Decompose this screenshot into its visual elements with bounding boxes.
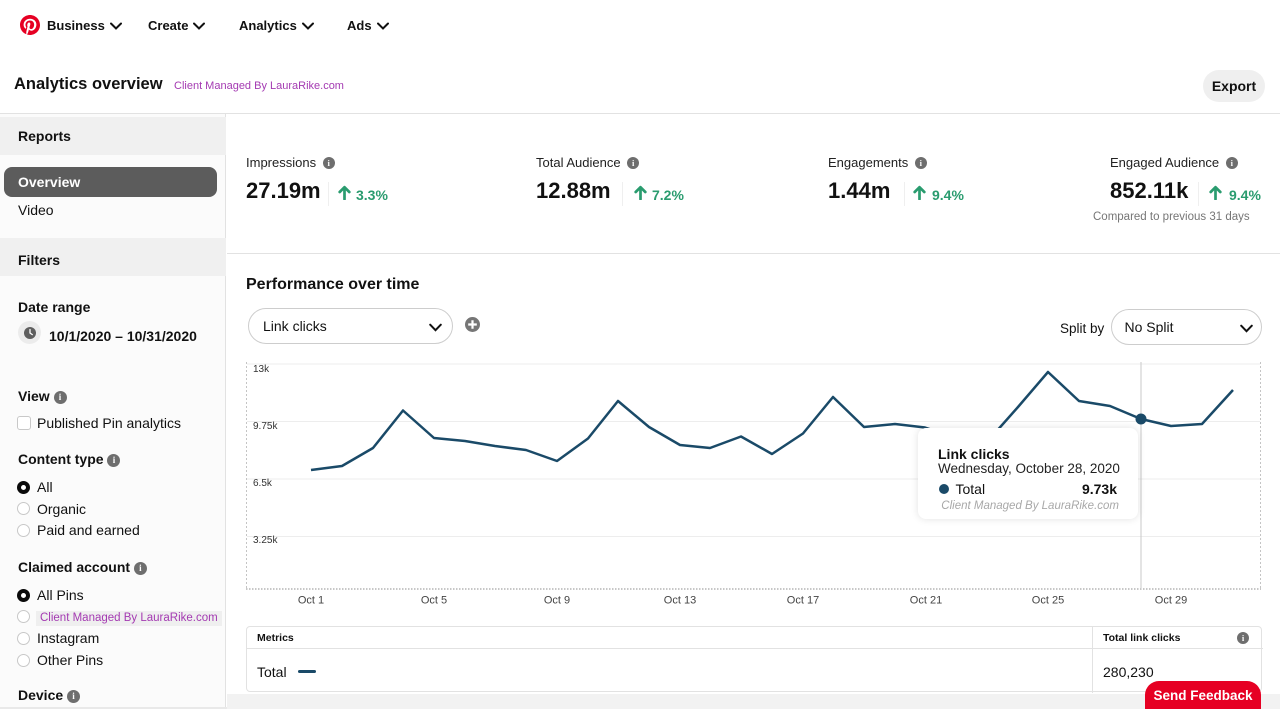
svg-text:Oct 21: Oct 21 — [910, 595, 942, 607]
svg-text:Oct 5: Oct 5 — [421, 595, 447, 607]
svg-text:13k: 13k — [253, 364, 270, 375]
svg-text:9.75k: 9.75k — [253, 421, 278, 432]
svg-text:Oct 29: Oct 29 — [1155, 595, 1187, 607]
svg-text:Oct 17: Oct 17 — [787, 595, 819, 607]
svg-text:Oct 9: Oct 9 — [544, 595, 570, 607]
svg-text:Oct 25: Oct 25 — [1032, 595, 1064, 607]
svg-text:6.5k: 6.5k — [253, 478, 273, 489]
svg-text:Oct 1: Oct 1 — [298, 595, 324, 607]
svg-text:3.25k: 3.25k — [253, 535, 278, 546]
svg-text:Oct 13: Oct 13 — [664, 595, 696, 607]
